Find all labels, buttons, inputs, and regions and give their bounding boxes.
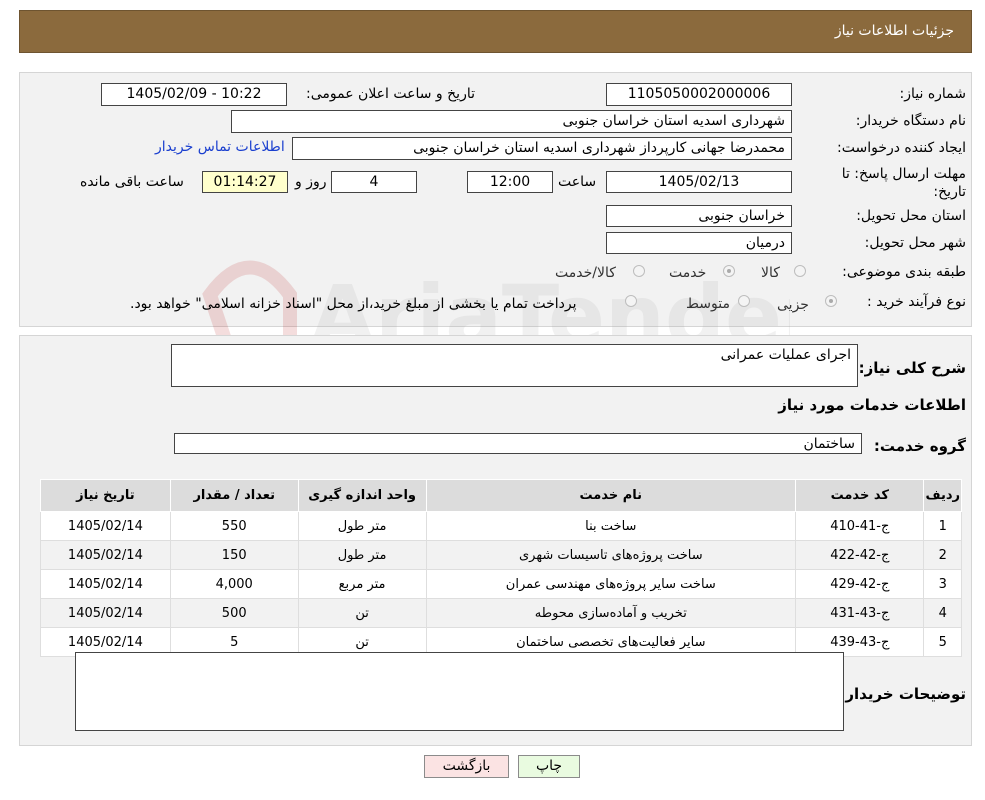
remaining-time-field: 01:14:27 — [202, 171, 288, 193]
cell-service-name: ساخت سایر پروژه‌های مهندسی عمران — [425, 569, 797, 599]
cell-need-date: 1405/02/14 — [40, 569, 171, 599]
buyer-notes-textarea[interactable] — [75, 652, 844, 731]
city-field: درمیان — [606, 232, 792, 254]
cell-unit: متر طول — [297, 540, 427, 570]
cell-row-number: 2 — [923, 540, 962, 570]
province-field: خراسان جنوبی — [606, 205, 792, 227]
page-title: جزئیات اطلاعات نیاز — [834, 23, 954, 39]
back-button[interactable]: بازگشت — [424, 755, 509, 778]
table-row: 3 ج-42-429 ساخت سایر پروژه‌های مهندسی عم… — [40, 569, 962, 599]
cell-service-name: تخریب و آماده‌سازی محوطه — [425, 598, 797, 628]
buyer-org-field: شهرداری اسدیه استان خراسان جنوبی — [231, 110, 792, 133]
cell-row-number: 3 — [923, 569, 962, 599]
category-option-goods: کالا — [761, 265, 780, 281]
buyer-contact-link[interactable]: اطلاعات تماس خریدار — [155, 139, 285, 155]
cell-need-date: 1405/02/14 — [40, 511, 171, 541]
need-number-field: 1105050002000006 — [606, 83, 792, 106]
deadline-date-field: 1405/02/13 — [606, 171, 792, 193]
process-radio-minor[interactable] — [825, 295, 837, 307]
category-radio-goods-service[interactable] — [633, 265, 645, 277]
cell-unit: تن — [297, 598, 427, 628]
days-label: روز و — [295, 174, 327, 190]
cell-unit: متر مربع — [297, 569, 427, 599]
cell-unit: متر طول — [297, 511, 427, 541]
cell-row-number: 1 — [923, 511, 962, 541]
cell-need-date: 1405/02/14 — [40, 598, 171, 628]
treasury-note: پرداخت تمام یا بخشی از مبلغ خرید،از محل … — [130, 296, 577, 312]
services-heading: اطلاعات خدمات مورد نیاز — [778, 396, 966, 414]
deadline-time-field: 12:00 — [467, 171, 553, 193]
cell-quantity: 550 — [169, 511, 299, 541]
category-option-service: خدمت — [669, 265, 707, 281]
page-header: جزئیات اطلاعات نیاز — [19, 10, 972, 53]
deadline-label-date: تاریخ: — [933, 184, 966, 200]
process-radio-medium[interactable] — [738, 295, 750, 307]
process-option-medium: متوسط — [686, 296, 730, 312]
process-radio-treasury[interactable] — [625, 295, 637, 307]
table-row: 2 ج-42-422 ساخت پروژه‌های تاسیسات شهری م… — [40, 540, 962, 570]
announce-datetime-field: 1405/02/09 - 10:22 — [101, 83, 287, 106]
category-radio-goods[interactable] — [794, 265, 806, 277]
category-label: طبقه بندی موضوعی: — [842, 264, 966, 280]
province-label: استان محل تحویل: — [856, 208, 966, 224]
col-header-service-name: نام خدمت — [425, 479, 797, 512]
cell-service-code: ج-42-422 — [795, 540, 925, 570]
services-table: ردیف کد خدمت نام خدمت واحد اندازه گیری ت… — [40, 479, 962, 657]
cell-quantity: 500 — [169, 598, 299, 628]
cell-service-code: ج-42-429 — [795, 569, 925, 599]
col-header-unit: واحد اندازه گیری — [297, 479, 427, 512]
table-row: 4 ج-43-431 تخریب و آماده‌سازی محوطه تن 5… — [40, 598, 962, 628]
process-option-minor: جزیی — [777, 297, 809, 313]
process-type-label: نوع فرآیند خرید : — [867, 294, 966, 310]
cell-service-code: ج-43-431 — [795, 598, 925, 628]
announce-datetime-label: تاریخ و ساعت اعلان عمومی: — [306, 86, 475, 102]
cell-quantity: 4,000 — [169, 569, 299, 599]
col-header-quantity: تعداد / مقدار — [169, 479, 299, 512]
need-number-label: شماره نیاز: — [899, 86, 967, 102]
service-group-field: ساختمان — [174, 433, 862, 454]
summary-label: شرح کلی نیاز: — [858, 359, 966, 377]
col-header-need-date: تاریخ نیاز — [40, 479, 171, 512]
category-radio-service[interactable] — [723, 265, 735, 277]
city-label: شهر محل تحویل: — [864, 235, 966, 251]
col-header-row-number: ردیف — [923, 479, 962, 512]
buyer-notes-label: توضیحات خریدار: — [839, 685, 966, 703]
cell-quantity: 150 — [169, 540, 299, 570]
service-group-label: گروه خدمت: — [873, 437, 966, 455]
col-header-service-code: کد خدمت — [795, 479, 925, 512]
remaining-label: ساعت باقی مانده — [80, 174, 184, 190]
cell-service-name: ساخت پروژه‌های تاسیسات شهری — [425, 540, 797, 570]
cell-row-number: 4 — [923, 598, 962, 628]
creator-label: ایجاد کننده درخواست: — [837, 140, 966, 156]
cell-row-number: 5 — [923, 627, 962, 657]
cell-need-date: 1405/02/14 — [40, 540, 171, 570]
summary-textarea[interactable] — [171, 344, 858, 387]
deadline-time-label: ساعت — [558, 174, 597, 190]
category-option-goods-service: کالا/خدمت — [555, 265, 616, 281]
deadline-label: مهلت ارسال پاسخ: تا — [841, 166, 966, 182]
days-field: 4 — [331, 171, 417, 193]
buyer-org-label: نام دستگاه خریدار: — [855, 113, 966, 129]
table-row: 1 ج-41-410 ساخت بنا متر طول 550 1405/02/… — [40, 511, 962, 541]
print-button[interactable]: چاپ — [518, 755, 580, 778]
table-header-row: ردیف کد خدمت نام خدمت واحد اندازه گیری ت… — [40, 479, 962, 512]
cell-service-name: ساخت بنا — [425, 511, 797, 541]
creator-field: محمدرضا جهانی کارپرداز شهرداری اسدیه است… — [292, 137, 792, 160]
cell-service-code: ج-41-410 — [795, 511, 925, 541]
